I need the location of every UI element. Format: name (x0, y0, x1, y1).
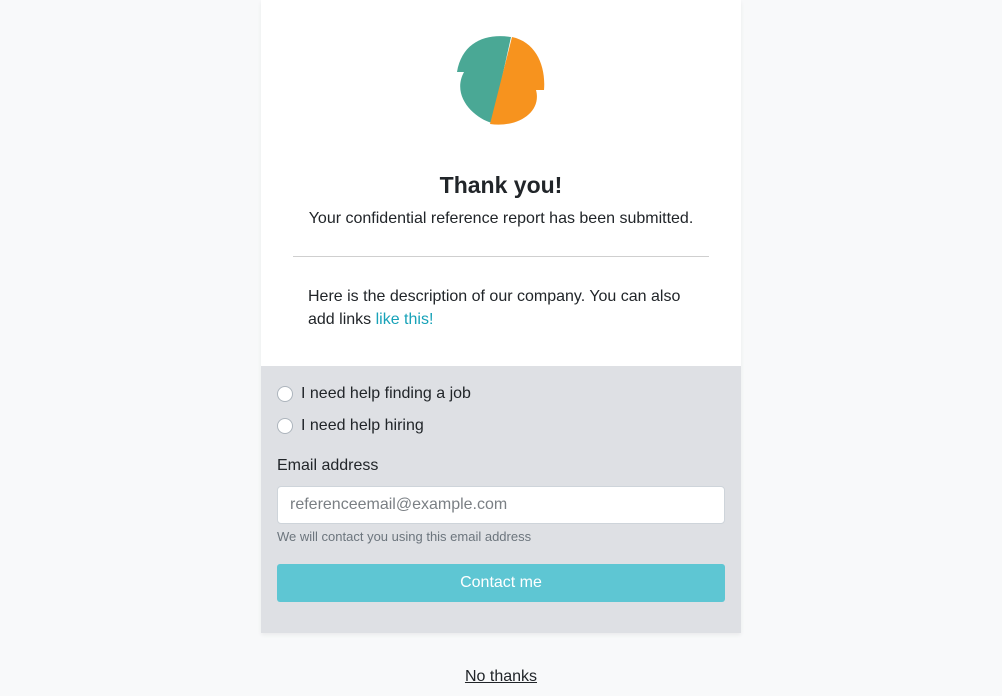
radio-label: I need help hiring (301, 417, 424, 434)
company-logo-icon (457, 36, 545, 125)
divider (293, 256, 709, 257)
confirmation-card: Thank you! Your confidential reference r… (261, 0, 741, 633)
radio-option-finding-job[interactable]: I need help finding a job (277, 385, 471, 403)
company-description-text: Here is the description of our company. … (308, 288, 681, 328)
radio-button-icon[interactable] (277, 386, 293, 402)
email-label: Email address (277, 457, 379, 474)
company-description: Here is the description of our company. … (308, 285, 698, 331)
email-field[interactable] (277, 486, 725, 524)
no-thanks-link[interactable]: No thanks (465, 668, 537, 685)
footer: No thanks (0, 668, 1002, 686)
confirmation-message: Your confidential reference report has b… (308, 210, 694, 227)
contact-me-button[interactable]: Contact me (277, 564, 725, 602)
page-title: Thank you! (439, 172, 563, 198)
company-description-link[interactable]: like this! (376, 311, 434, 328)
email-help-text: We will contact you using this email add… (277, 529, 532, 544)
radio-button-icon[interactable] (277, 418, 293, 434)
radio-option-hiring[interactable]: I need help hiring (277, 417, 424, 435)
radio-label: I need help finding a job (301, 385, 471, 402)
contact-panel: I need help finding a job I need help hi… (261, 366, 741, 633)
